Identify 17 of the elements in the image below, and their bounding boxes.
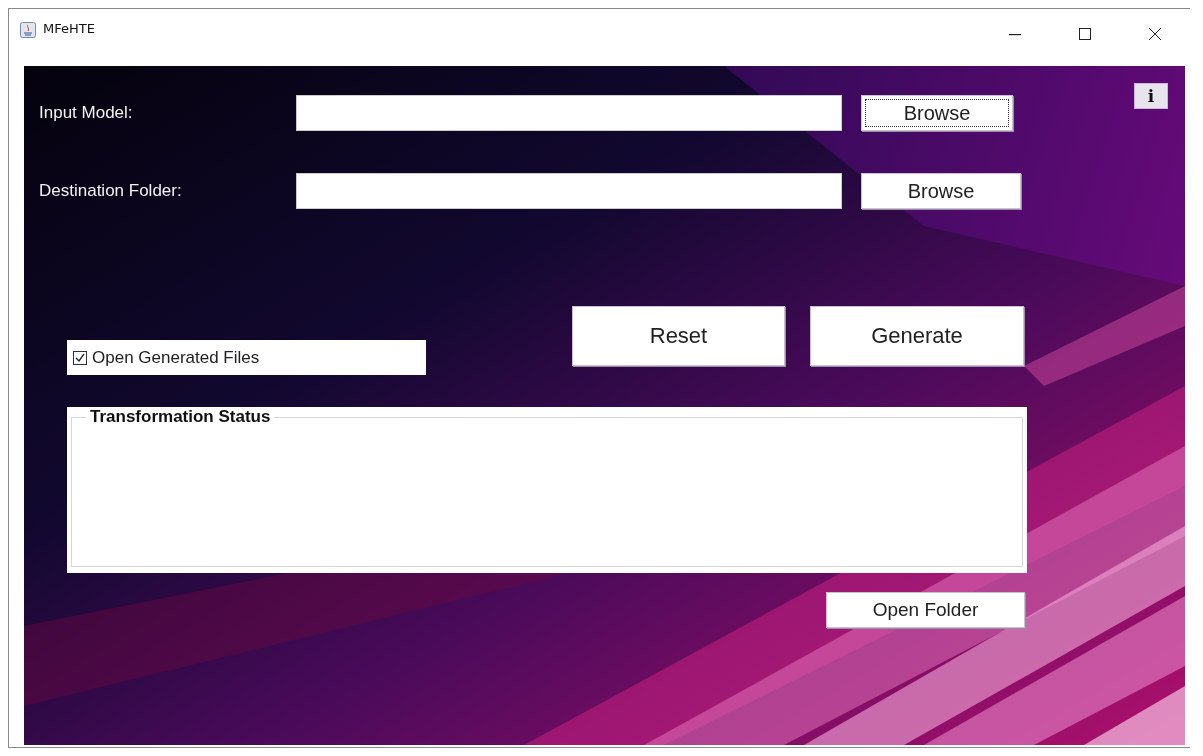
generate-button[interactable]: Generate <box>810 306 1024 366</box>
field-label: Input Model: <box>39 103 134 123</box>
app-icon <box>20 22 36 38</box>
browse-button[interactable]: Browse <box>861 95 1013 131</box>
open-folder-button[interactable]: Open Folder <box>826 592 1025 628</box>
reset-button[interactable]: Reset <box>572 306 785 366</box>
info-button[interactable]: i <box>1134 83 1168 109</box>
open-files-checkbox[interactable]: Open Generated Files <box>67 340 426 375</box>
window-title: MFeHTE <box>43 21 95 36</box>
field-label: Destination Folder: <box>39 181 183 201</box>
input-field[interactable] <box>296 95 842 131</box>
input-field[interactable] <box>296 173 842 209</box>
close-icon <box>1148 27 1162 41</box>
checkbox[interactable] <box>73 350 87 365</box>
minimize-icon <box>1008 34 1022 36</box>
maximize-icon <box>1078 27 1092 41</box>
browse-button[interactable]: Browse <box>861 173 1021 209</box>
